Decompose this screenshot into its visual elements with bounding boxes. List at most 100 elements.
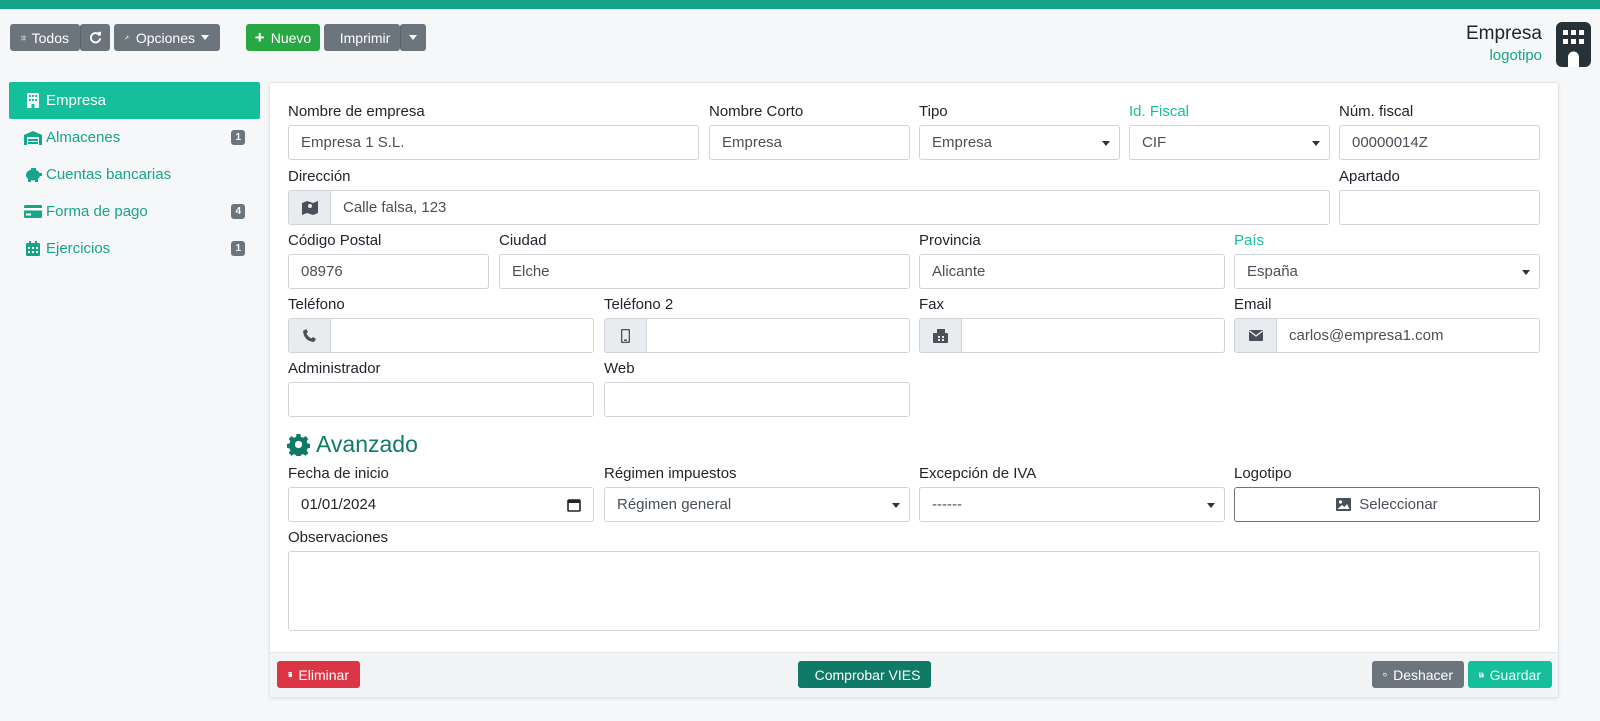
address-field-group: Dirección: [288, 167, 1330, 225]
short-name-input[interactable]: [709, 125, 910, 160]
type-select[interactable]: Empresa: [919, 125, 1120, 160]
address-input[interactable]: [330, 190, 1330, 225]
notes-label: Observaciones: [288, 529, 389, 546]
province-input[interactable]: [919, 254, 1225, 289]
po-box-input[interactable]: [1339, 190, 1540, 225]
web-label: Web: [604, 360, 635, 377]
email-label: Email: [1234, 296, 1272, 313]
building-icon: [1556, 22, 1591, 67]
company-name-input[interactable]: [288, 125, 699, 160]
postal-code-label: Código Postal: [288, 232, 382, 249]
save-button-label: Guardar: [1489, 666, 1541, 683]
plus-icon: +: [254, 28, 265, 47]
fiscal-id-label[interactable]: Id. Fiscal: [1129, 102, 1330, 122]
city-input[interactable]: [499, 254, 910, 289]
notes-field-group: Observaciones: [288, 528, 1540, 631]
chevron-down-icon: [1102, 141, 1110, 146]
print-button-label: Imprimir: [339, 29, 391, 46]
company-name-label: Nombre de empresa: [288, 103, 425, 120]
save-button[interactable]: Guardar: [1468, 661, 1552, 688]
admin-label: Administrador: [288, 360, 381, 377]
fiscal-id-select[interactable]: CIF: [1129, 125, 1330, 160]
sidebar-item-empresa[interactable]: Empresa: [9, 82, 260, 119]
phone2-label: Teléfono 2: [604, 296, 674, 313]
sidebar-item-cuentas-bancarias[interactable]: Cuentas bancarias: [9, 156, 260, 193]
admin-input[interactable]: [288, 382, 594, 417]
calendar-icon[interactable]: [567, 498, 581, 512]
fax-input[interactable]: [961, 318, 1225, 353]
refresh-button[interactable]: [80, 24, 110, 51]
company-header: Empresa logotipo: [1466, 22, 1542, 66]
refresh-icon: [89, 31, 101, 44]
page-title: Empresa: [1465, 23, 1542, 44]
warehouse-icon: [24, 130, 42, 146]
list-icon: [21, 35, 26, 40]
map-icon: [288, 190, 330, 225]
chevron-down-icon: [409, 35, 417, 40]
envelope-icon: [1234, 318, 1276, 353]
phone-label: Teléfono: [288, 296, 345, 313]
delete-button[interactable]: Eliminar: [277, 661, 360, 688]
email-input[interactable]: [1276, 318, 1540, 353]
postal-code-input[interactable]: [288, 254, 489, 289]
gear-icon: [287, 433, 310, 456]
phone2-field-group: Teléfono 2: [604, 295, 910, 353]
sidebar-item-label: Ejercicios: [46, 240, 111, 257]
advanced-title-text: Avanzado: [316, 431, 418, 457]
fax-label: Fax: [919, 296, 945, 313]
tax-regime-select[interactable]: Régimen general: [604, 487, 910, 522]
chevron-down-icon: [1207, 503, 1215, 508]
postal-code-field-group: Código Postal: [288, 231, 489, 289]
sidebar-item-ejercicios[interactable]: Ejercicios 1: [9, 230, 260, 267]
mobile-icon: [604, 318, 646, 353]
country-label[interactable]: País: [1234, 231, 1540, 251]
new-button[interactable]: + Nuevo: [246, 24, 320, 51]
trash-icon: [288, 671, 293, 678]
tax-regime-select-value: Régimen general: [617, 496, 732, 513]
type-label: Tipo: [919, 103, 948, 120]
vat-exception-select[interactable]: ------: [919, 487, 1225, 522]
country-field-group: País España: [1234, 231, 1540, 289]
po-box-label: Apartado: [1339, 168, 1400, 185]
phone-input[interactable]: [330, 318, 594, 353]
credit-card-icon: [24, 204, 42, 220]
chevron-down-icon: [892, 503, 900, 508]
print-button[interactable]: Imprimir: [324, 24, 400, 51]
check-vies-button[interactable]: Comprobar VIES: [798, 661, 931, 688]
sidebar-item-label: Empresa: [46, 92, 107, 109]
form-footer: Eliminar Comprobar VIES Deshacer Guardar: [270, 652, 1558, 697]
admin-field-group: Administrador: [288, 359, 594, 417]
print-dropdown-button[interactable]: [400, 24, 426, 51]
chevron-down-icon: [1312, 141, 1320, 146]
company-form-panel: Nombre de empresa Nombre Corto Tipo Empr…: [269, 82, 1559, 698]
city-label: Ciudad: [499, 232, 547, 249]
fiscal-number-input[interactable]: [1339, 125, 1540, 160]
count-badge: 4: [231, 204, 245, 219]
undo-button-label: Deshacer: [1393, 666, 1453, 683]
floppy-disk-icon: [1479, 672, 1484, 677]
type-select-value: Empresa: [932, 134, 993, 151]
check-vies-label: Comprobar VIES: [814, 666, 921, 683]
new-button-label: Nuevo: [270, 29, 312, 46]
notes-textarea[interactable]: [288, 551, 1540, 631]
all-button-label: Todos: [31, 29, 69, 46]
select-logo-button[interactable]: Seleccionar: [1234, 487, 1540, 522]
phone2-input[interactable]: [646, 318, 910, 353]
email-field-group: Email: [1234, 295, 1540, 353]
piggy-bank-icon: [24, 167, 42, 183]
sidebar-item-label: Cuentas bancarias: [46, 166, 172, 183]
sidebar-item-almacenes[interactable]: Almacenes 1: [9, 119, 260, 156]
logo-label: Logotipo: [1234, 465, 1292, 482]
sidebar-item-forma-de-pago[interactable]: Forma de pago 4: [9, 193, 260, 230]
start-date-input[interactable]: 01/01/2024: [288, 487, 594, 522]
options-button[interactable]: Opciones: [114, 24, 220, 51]
tax-regime-label: Régimen impuestos: [604, 465, 737, 482]
short-name-field-group: Nombre Corto: [709, 102, 910, 160]
city-field-group: Ciudad: [499, 231, 910, 289]
options-button-label: Opciones: [135, 29, 195, 46]
undo-button[interactable]: Deshacer: [1372, 661, 1464, 688]
web-input[interactable]: [604, 382, 910, 417]
country-select[interactable]: España: [1234, 254, 1540, 289]
start-date-value: 01/01/2024: [301, 496, 377, 513]
all-button[interactable]: Todos: [10, 24, 80, 51]
